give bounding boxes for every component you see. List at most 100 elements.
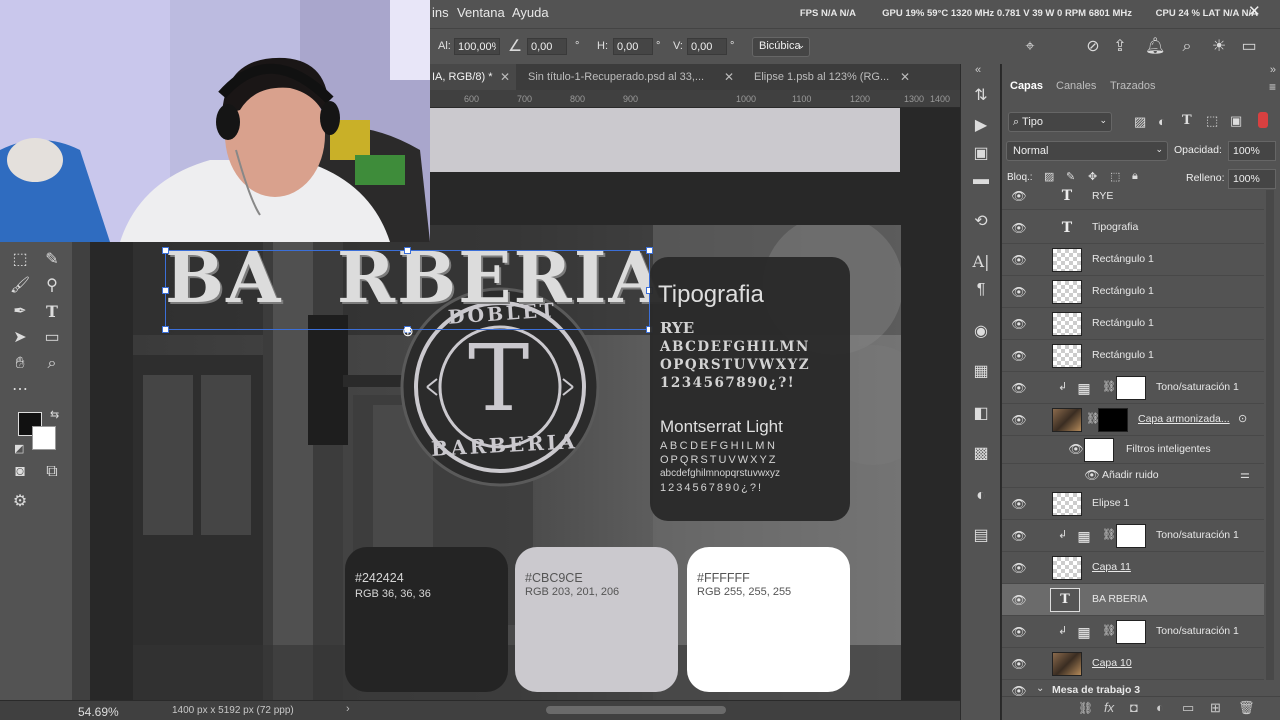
filter-options-icon[interactable]: ⚌ (1240, 468, 1250, 481)
path-selection-icon[interactable]: ➤ (8, 326, 32, 350)
rectangle-tool-icon[interactable]: ▭ (40, 326, 64, 350)
color-palette-icon[interactable]: ◉ (969, 320, 993, 344)
tab-sin-titulo[interactable]: Sin título-1-Recuperado.psd al 33,... (528, 64, 718, 90)
layer-row[interactable]: 👁︎ Capa 10 (1002, 648, 1264, 680)
al-input[interactable] (454, 38, 500, 55)
visibility-eye-icon[interactable]: 👁︎ (1011, 252, 1027, 268)
link-icon[interactable]: ⛓ (1102, 528, 1116, 541)
zoom-level[interactable]: 54.69% (78, 705, 119, 719)
discover-icon[interactable]: ☀ (1209, 37, 1229, 57)
background-color-swatch[interactable] (32, 426, 56, 450)
visibility-eye-icon[interactable]: 👁︎ (1011, 380, 1027, 396)
filter-type-icon[interactable]: T (1182, 113, 1192, 128)
layer-row[interactable]: 👁︎ T RYE (1002, 182, 1264, 210)
layer-row[interactable]: 👁︎ Filtros inteligentes (1002, 436, 1264, 464)
default-colors-icon[interactable]: ◩ (14, 442, 24, 455)
cancel-transform-icon[interactable]: ⊘ (1083, 37, 1103, 57)
new-layer-icon[interactable]: ⊞ (1210, 700, 1221, 716)
transform-handle[interactable] (404, 247, 411, 254)
visibility-eye-icon[interactable]: 👁︎ (1011, 284, 1027, 300)
link-icon[interactable]: ⛓ (1102, 624, 1116, 637)
layers-scrollbar[interactable] (1266, 190, 1274, 680)
panel-menu-icon[interactable]: ≡ (1269, 80, 1276, 94)
paragraph-icon[interactable]: ¶ (969, 278, 993, 302)
reference-point-icon[interactable]: ⊕ (402, 323, 414, 340)
artboard[interactable]: DOBLET T BARBERIA BA RBERIA ⊕ Tipografia… (133, 225, 901, 700)
tab-close-icon[interactable]: ✕ (500, 64, 510, 90)
type-tool-icon[interactable]: T (40, 300, 64, 324)
new-adjustment-icon[interactable]: ◐ (1156, 700, 1164, 715)
layer-row[interactable]: 👁︎ Añadir ruido ⚌ (1002, 464, 1264, 488)
layer-row[interactable]: 👁︎ Capa 11 (1002, 552, 1264, 584)
visibility-eye-icon[interactable]: 👁︎ (1011, 624, 1027, 640)
new-group-icon[interactable]: ▭ (1182, 700, 1194, 716)
link-layers-icon[interactable]: ⛓ (1078, 701, 1093, 715)
gradients-icon[interactable]: ◧ (969, 402, 993, 426)
layer-mask-thumbnail[interactable] (1116, 376, 1146, 400)
tab-elipse[interactable]: Elipse 1.psb al 123% (RG... (754, 64, 900, 90)
visibility-eye-icon[interactable]: 👁︎ (1011, 348, 1027, 364)
tab-close-icon[interactable]: ✕ (724, 64, 734, 90)
layer-mask-thumbnail[interactable] (1116, 524, 1146, 548)
layer-row-selected[interactable]: 👁︎ T BA RBERIA (1002, 584, 1264, 616)
transform-handle[interactable] (162, 326, 169, 333)
layer-row[interactable]: 👁︎ Rectángulo 1 (1002, 276, 1264, 308)
layer-row[interactable]: 👁︎ ↲ ▦ ⛓ Tono/saturación 1 (1002, 616, 1264, 648)
libraries-icon[interactable]: ▤ (969, 524, 993, 548)
pen-tool-icon[interactable]: ✒ (8, 300, 32, 324)
collapse-icon[interactable]: « (975, 64, 981, 76)
brush-tool-icon[interactable]: 🖌︎ (8, 274, 32, 298)
layer-style-icon[interactable]: fx (1104, 700, 1114, 715)
h-input[interactable] (613, 38, 653, 55)
comments-icon[interactable]: ▬ (969, 168, 993, 192)
more-tools-icon[interactable]: ⋯ (8, 378, 32, 402)
layer-row[interactable]: 👁︎ ⛓ Capa armonizada... ⊙ (1002, 404, 1264, 436)
history-brush-icon[interactable]: ⇅ (969, 84, 993, 108)
zoom-tool-icon[interactable]: ⌕ (40, 352, 64, 376)
hand-tool-icon[interactable]: ✋︎ (8, 352, 32, 376)
notifications-icon[interactable]: 🔔︎ (1145, 37, 1165, 57)
tab-close-icon[interactable]: ✕ (900, 64, 910, 90)
close-window-icon[interactable]: ✕ (1248, 2, 1261, 20)
stamp-tool-icon[interactable]: ⚲ (40, 274, 64, 298)
angle-input[interactable] (527, 38, 567, 55)
patterns-icon[interactable]: ▩ (969, 442, 993, 466)
add-mask-icon[interactable]: ◘ (1130, 700, 1138, 715)
opacity-input[interactable]: 100% (1228, 141, 1276, 161)
menu-item-plugins[interactable]: ins (432, 5, 449, 20)
layer-row[interactable]: 👁︎ ↲ ▦ ⛓ Tono/saturación 1 (1002, 520, 1264, 552)
tab-paths[interactable]: Trazados (1110, 80, 1155, 92)
visibility-eye-icon[interactable]: 👁︎ (1011, 316, 1027, 332)
filter-smart-object-icon[interactable]: ▣ (1230, 113, 1242, 129)
healing-brush-icon[interactable]: ✎ (40, 248, 64, 272)
filter-shape-icon[interactable]: ⬚ (1206, 113, 1218, 129)
marquee-tool-icon[interactable]: ⬚ (8, 248, 32, 272)
search-icon[interactable]: ⌕ (1177, 37, 1197, 57)
layer-row[interactable]: 👁︎ ↲ ▦ ⛓ Tono/saturación 1 (1002, 372, 1264, 404)
warp-icon[interactable]: ⌖ (1020, 37, 1040, 57)
layer-filter-select[interactable]: ⌕ Tipo ⌄ (1008, 112, 1112, 132)
edit-toolbar-icon[interactable]: ⚙ (8, 490, 32, 514)
actions-play-icon[interactable]: ▶ (969, 114, 993, 138)
visibility-eye-icon[interactable]: 👁︎ (1068, 441, 1084, 457)
swap-colors-icon[interactable]: ⇆ (50, 408, 59, 421)
history-icon[interactable]: ⟲ (969, 210, 993, 234)
delete-layer-icon[interactable]: 🗑︎ (1238, 700, 1255, 716)
layer-row[interactable]: 👁︎ Rectángulo 1 (1002, 244, 1264, 276)
layer-mask-thumbnail[interactable] (1098, 408, 1128, 432)
layer-mask-thumbnail[interactable] (1116, 620, 1146, 644)
link-icon[interactable]: ⛓ (1102, 380, 1116, 393)
screen-mode-icon[interactable]: ⧉ (40, 460, 64, 484)
layer-row[interactable]: 👁︎ Rectángulo 1 (1002, 340, 1264, 372)
layer-row[interactable]: 👁︎ Elipse 1 (1002, 488, 1264, 520)
visibility-eye-icon[interactable]: 👁︎ (1011, 560, 1027, 576)
visibility-eye-icon[interactable]: 👁︎ (1011, 188, 1027, 204)
filter-pixel-icon[interactable]: ▨ (1134, 114, 1146, 130)
visibility-eye-icon[interactable]: 👁︎ (1011, 592, 1027, 608)
visibility-eye-icon[interactable]: 👁︎ (1011, 496, 1027, 512)
visibility-eye-icon[interactable]: 👁︎ (1011, 656, 1027, 672)
transform-handle[interactable] (646, 247, 653, 254)
status-arrow-icon[interactable]: › (346, 703, 350, 715)
share-icon[interactable]: ⇪ (1110, 37, 1130, 57)
tab-channels[interactable]: Canales (1056, 80, 1096, 92)
